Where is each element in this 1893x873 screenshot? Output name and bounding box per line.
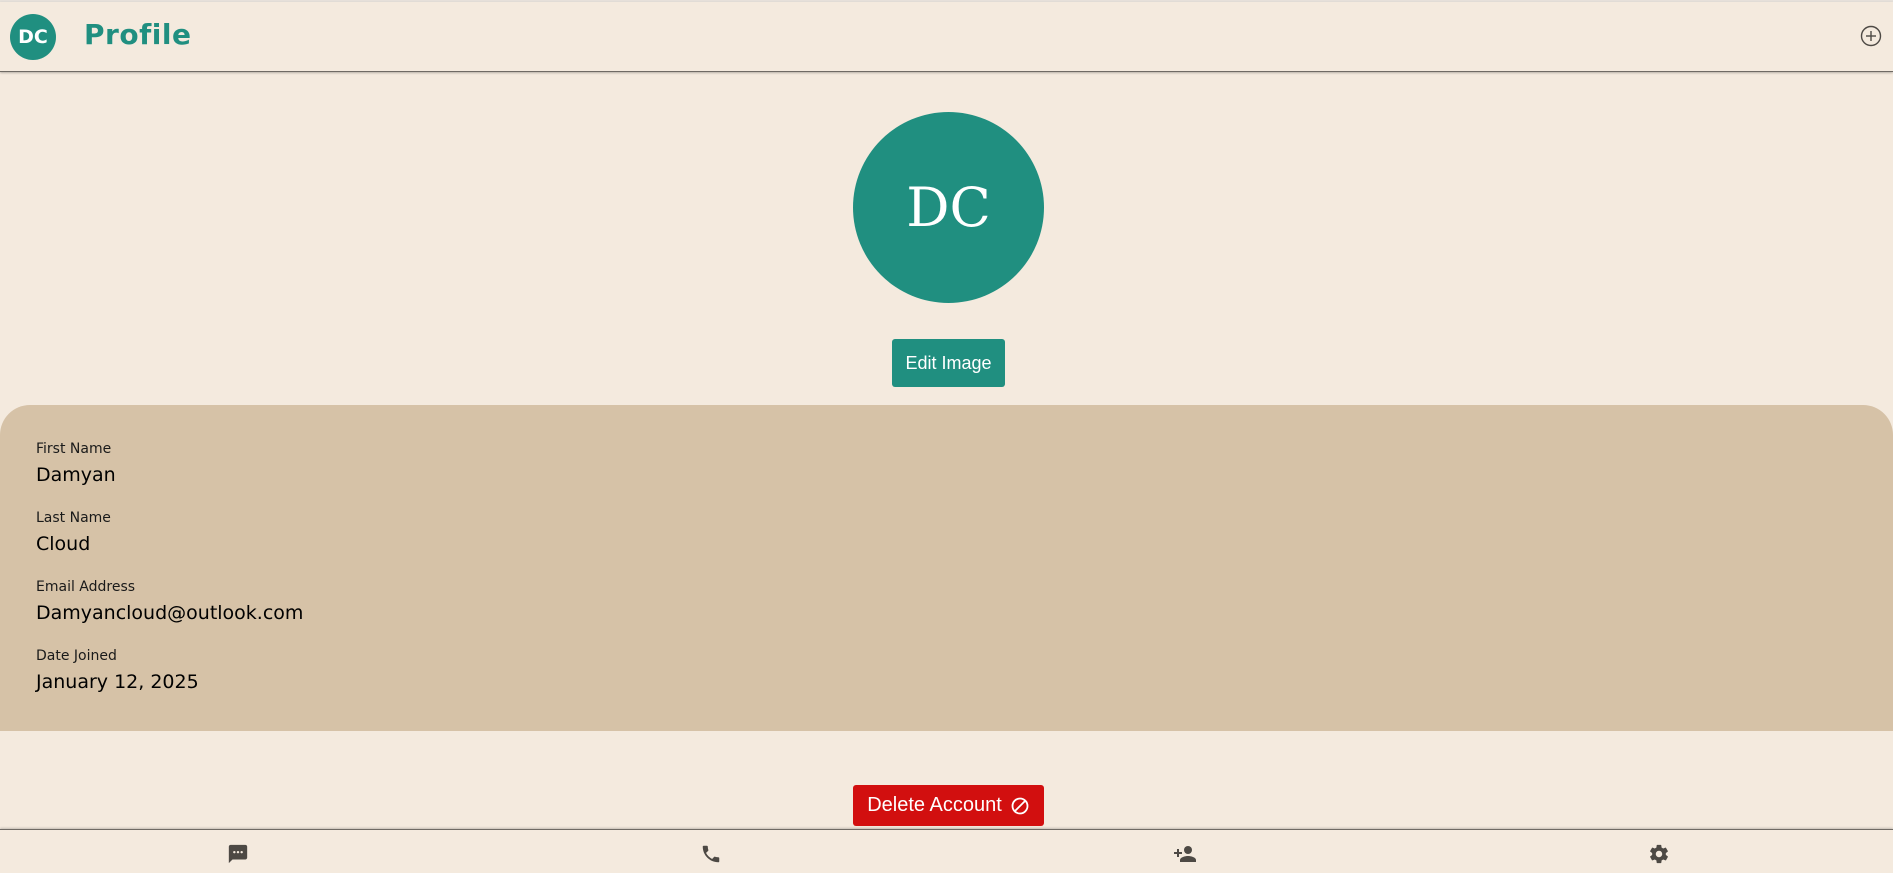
- nav-contacts[interactable]: [1172, 841, 1198, 867]
- profile-avatar-initials: DC: [906, 176, 991, 239]
- first-name-label: First Name: [36, 441, 112, 457]
- email-field: Email Address Damyancloud@outlook.com: [36, 578, 303, 626]
- plus-circle-icon: [1860, 25, 1882, 47]
- date-joined-value: January 12, 2025: [36, 671, 199, 693]
- nav-calls[interactable]: [698, 841, 724, 867]
- first-name-value: Damyan: [36, 464, 116, 486]
- email-label: Email Address: [36, 579, 136, 595]
- date-joined-field: Date Joined January 12, 2025: [36, 647, 199, 695]
- first-name-field: First Name Damyan: [36, 440, 116, 488]
- page-title: Profile: [84, 18, 192, 51]
- phone-icon: [702, 845, 720, 863]
- header-avatar[interactable]: DC: [10, 14, 56, 60]
- delete-account-button[interactable]: Delete Account: [853, 785, 1044, 826]
- profile-avatar: DC: [853, 112, 1044, 303]
- add-button[interactable]: [1859, 24, 1883, 48]
- gear-icon: [1650, 844, 1668, 864]
- edit-image-button[interactable]: Edit Image: [892, 339, 1005, 387]
- add-person-icon: [1174, 846, 1196, 862]
- nav-messages[interactable]: [225, 841, 251, 867]
- top-app-bar: DC Profile: [0, 2, 1893, 72]
- date-joined-label: Date Joined: [36, 648, 117, 664]
- last-name-value: Cloud: [36, 533, 91, 555]
- last-name-label: Last Name: [36, 510, 111, 526]
- last-name-field: Last Name Cloud: [36, 509, 111, 557]
- profile-info-panel: First Name Damyan Last Name Cloud Email …: [0, 405, 1893, 731]
- chat-icon: [228, 844, 248, 864]
- profile-page: DC Profile DC Edit Image First Name Damy…: [0, 0, 1893, 873]
- header-avatar-initials: DC: [18, 26, 48, 48]
- nav-settings[interactable]: [1646, 841, 1672, 867]
- email-value: Damyancloud@outlook.com: [36, 602, 304, 624]
- delete-account-label: Delete Account: [867, 794, 1002, 816]
- block-icon: [1011, 797, 1029, 814]
- bottom-navigation: [0, 829, 1893, 873]
